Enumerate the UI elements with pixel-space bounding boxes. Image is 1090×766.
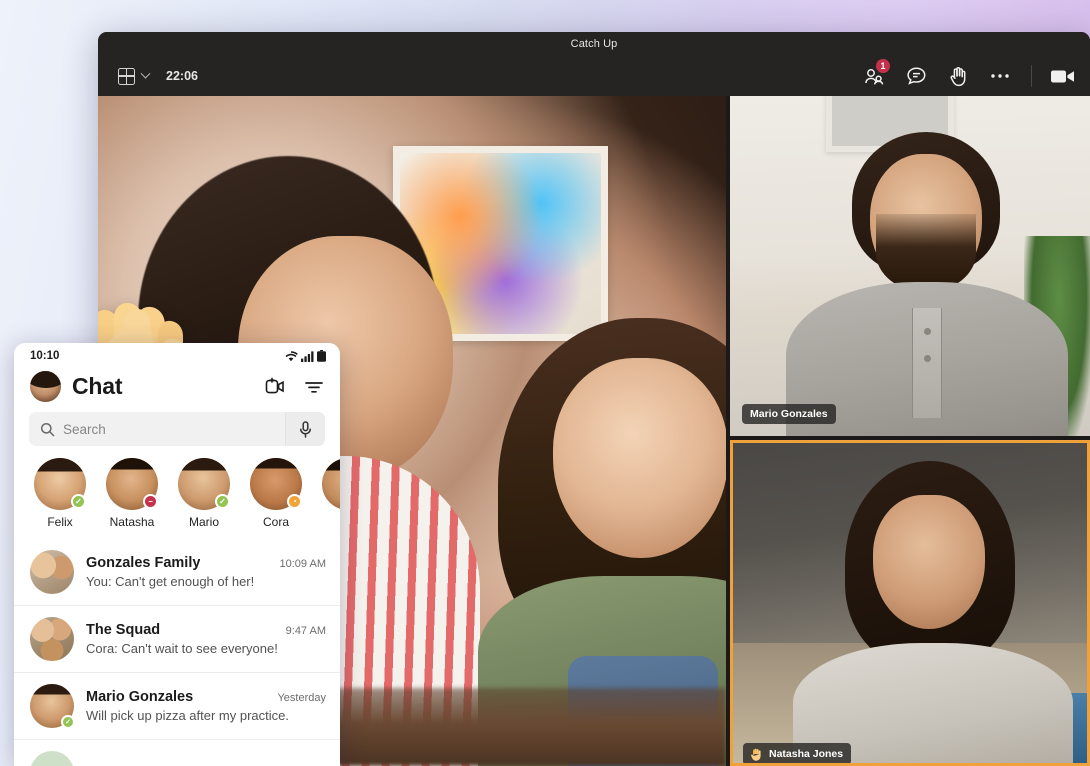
presence-available-icon: ✓ bbox=[215, 494, 230, 509]
chat-time: 10:09 AM bbox=[279, 558, 326, 570]
contact-name: Natasha bbox=[109, 515, 155, 529]
battery-icon bbox=[317, 350, 326, 362]
chat-time: Yesterday bbox=[277, 692, 326, 704]
signal-icon bbox=[301, 350, 314, 362]
video-add-icon[interactable] bbox=[264, 377, 285, 396]
chat-name: Mario Gonzales bbox=[86, 689, 194, 705]
window-title: Catch Up bbox=[570, 38, 618, 50]
list-item[interactable]: GT Green Tree House PTA Yesterday bbox=[14, 739, 340, 766]
filter-icon[interactable] bbox=[304, 379, 324, 395]
participant-video-feed bbox=[733, 443, 1087, 763]
raise-hand-button[interactable] bbox=[945, 63, 971, 89]
presence-away-icon: ◔ bbox=[287, 494, 302, 509]
microphone-icon[interactable] bbox=[285, 412, 325, 446]
avatar: GT bbox=[30, 751, 74, 766]
phone-status-bar: 10:10 bbox=[14, 343, 340, 364]
meeting-clock: 22:06 bbox=[166, 69, 198, 83]
avatar bbox=[30, 550, 74, 594]
decorative-shape bbox=[873, 495, 985, 629]
search-placeholder: Search bbox=[63, 421, 106, 437]
contact-name: Eri bbox=[320, 515, 340, 529]
participant-name-label: Mario Gonzales bbox=[742, 404, 836, 424]
participants-button[interactable]: 1 bbox=[861, 59, 890, 89]
avatar: ✓ bbox=[178, 458, 230, 510]
more-options-button[interactable] bbox=[987, 63, 1013, 89]
list-item[interactable]: ✓ Mario Gonzales Yesterday Will pick up … bbox=[14, 672, 340, 739]
presence-available-icon: ✓ bbox=[61, 715, 75, 729]
chat-time: 9:47 AM bbox=[285, 625, 326, 637]
recent-contacts-row: ✓ Felix − Natasha ✓ Mario ◔ Cora bbox=[14, 458, 340, 535]
video-tile-mario[interactable]: Mario Gonzales bbox=[730, 96, 1090, 436]
chat-app-header: Chat bbox=[14, 364, 340, 412]
search-input[interactable]: Search bbox=[29, 412, 325, 446]
chat-name: Gonzales Family bbox=[86, 555, 201, 571]
avatar bbox=[30, 617, 74, 661]
chat-preview: Cora: Can't wait to see everyone! bbox=[86, 641, 278, 656]
contact-name: Mario bbox=[188, 515, 219, 529]
contact-natasha[interactable]: − Natasha bbox=[104, 458, 160, 529]
meeting-toolbar: 22:06 1 bbox=[98, 56, 1090, 96]
decorative-shape bbox=[876, 214, 976, 292]
contact-eri[interactable]: ✓ Eri bbox=[320, 458, 340, 529]
participants-badge: 1 bbox=[876, 59, 890, 73]
avatar: ✓ bbox=[34, 458, 86, 510]
list-item[interactable]: The Squad 9:47 AM Cora: Can't wait to se… bbox=[14, 605, 340, 672]
avatar: ✓ bbox=[322, 458, 340, 510]
page-title: Chat bbox=[72, 373, 123, 399]
chat-preview: Will pick up pizza after my practice. bbox=[86, 708, 290, 723]
phone-clock: 10:10 bbox=[30, 350, 60, 362]
chat-preview: You: Can't get enough of her! bbox=[86, 574, 255, 589]
presence-available-icon: ✓ bbox=[71, 494, 86, 509]
contact-mario[interactable]: ✓ Mario bbox=[176, 458, 232, 529]
chat-name: The Squad bbox=[86, 622, 161, 638]
chevron-down-icon[interactable] bbox=[140, 68, 151, 79]
wifi-icon bbox=[285, 350, 298, 361]
grid-layout-icon[interactable] bbox=[118, 67, 135, 85]
contact-felix[interactable]: ✓ Felix bbox=[32, 458, 88, 529]
contact-name: Cora bbox=[262, 515, 289, 529]
avatar: − bbox=[106, 458, 158, 510]
avatar: ◔ bbox=[250, 458, 302, 510]
participant-name: Natasha Jones bbox=[769, 748, 844, 760]
raised-hand-emoji bbox=[751, 748, 761, 761]
video-tile-natasha[interactable]: Natasha Jones bbox=[730, 440, 1090, 766]
window-title-bar: Catch Up bbox=[98, 32, 1090, 56]
decorative-shape bbox=[553, 358, 726, 558]
avatar: ✓ bbox=[30, 684, 75, 729]
participant-name-label: Natasha Jones bbox=[743, 743, 852, 763]
chat-button[interactable] bbox=[903, 63, 929, 89]
search-icon bbox=[29, 422, 63, 437]
decorative-shape bbox=[912, 308, 942, 418]
contact-name: Felix bbox=[47, 515, 73, 529]
avatar[interactable] bbox=[30, 371, 61, 402]
contact-cora[interactable]: ◔ Cora bbox=[248, 458, 304, 529]
toolbar-divider bbox=[1031, 65, 1032, 87]
list-item[interactable]: Gonzales Family 10:09 AM You: Can't get … bbox=[14, 539, 340, 605]
camera-button[interactable] bbox=[1050, 63, 1076, 89]
avatar-initials: GT bbox=[30, 751, 74, 766]
search-row: Search bbox=[14, 412, 340, 458]
participant-video-feed bbox=[730, 96, 1090, 436]
participant-name: Mario Gonzales bbox=[750, 408, 828, 420]
mobile-chat-app: 10:10 Chat Search ✓ Felix − Natasha ✓ Ma… bbox=[14, 343, 340, 766]
presence-busy-icon: − bbox=[143, 494, 158, 509]
chat-list: Gonzales Family 10:09 AM You: Can't get … bbox=[14, 539, 340, 766]
